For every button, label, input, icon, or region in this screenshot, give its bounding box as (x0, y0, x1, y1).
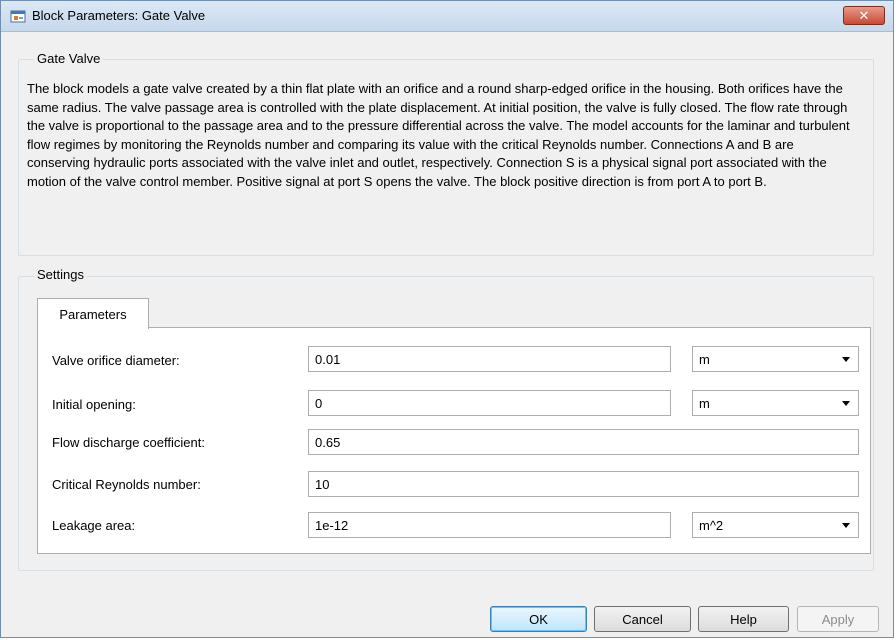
chevron-down-icon (842, 357, 850, 362)
flow-discharge-coefficient-value: 0.65 (315, 434, 341, 450)
critical-reynolds-number-input[interactable]: 10 (308, 471, 859, 497)
leakage-area-input[interactable]: 1e-12 (308, 512, 671, 538)
valve-orifice-diameter-value: 0.01 (315, 351, 341, 367)
tab-parameters[interactable]: Parameters (37, 298, 149, 329)
leakage-area-unit: m^2 (699, 517, 724, 533)
chevron-down-icon (842, 523, 850, 528)
leakage-area-label: Leakage area: (52, 518, 136, 533)
tab-parameters-label: Parameters (59, 306, 127, 322)
description-group-title: Gate Valve (34, 51, 104, 66)
initial-opening-label: Initial opening: (52, 397, 136, 412)
chevron-down-icon (842, 401, 850, 406)
dialog-window: Block Parameters: Gate Valve ✕ Gate Valv… (0, 0, 894, 638)
simulink-block-icon (10, 10, 26, 23)
valve-orifice-diameter-unit: m (699, 351, 710, 367)
leakage-area-unit-select[interactable]: m^2 (692, 512, 859, 538)
title-bar[interactable]: Block Parameters: Gate Valve ✕ (1, 1, 893, 32)
block-description: The block models a gate valve created by… (27, 81, 850, 189)
window-title: Block Parameters: Gate Valve (32, 8, 206, 23)
valve-orifice-diameter-label: Valve orifice diameter: (52, 353, 180, 368)
flow-discharge-coefficient-label: Flow discharge coefficient: (52, 435, 205, 450)
close-icon: ✕ (858, 7, 870, 23)
initial-opening-value: 0 (315, 395, 323, 411)
initial-opening-unit: m (699, 395, 710, 411)
close-button[interactable]: ✕ (843, 6, 885, 25)
ok-button[interactable]: OK (490, 606, 587, 632)
critical-reynolds-number-value: 10 (315, 476, 330, 492)
cancel-button[interactable]: Cancel (594, 606, 691, 632)
initial-opening-input[interactable]: 0 (308, 390, 671, 416)
apply-button[interactable]: Apply (797, 606, 879, 632)
critical-reynolds-number-label: Critical Reynolds number: (52, 477, 201, 492)
help-button[interactable]: Help (698, 606, 789, 632)
leakage-area-value: 1e-12 (315, 517, 349, 533)
valve-orifice-diameter-unit-select[interactable]: m (692, 346, 859, 372)
flow-discharge-coefficient-input[interactable]: 0.65 (308, 429, 859, 455)
settings-group-title: Settings (34, 267, 87, 282)
initial-opening-unit-select[interactable]: m (692, 390, 859, 416)
valve-orifice-diameter-input[interactable]: 0.01 (308, 346, 671, 372)
